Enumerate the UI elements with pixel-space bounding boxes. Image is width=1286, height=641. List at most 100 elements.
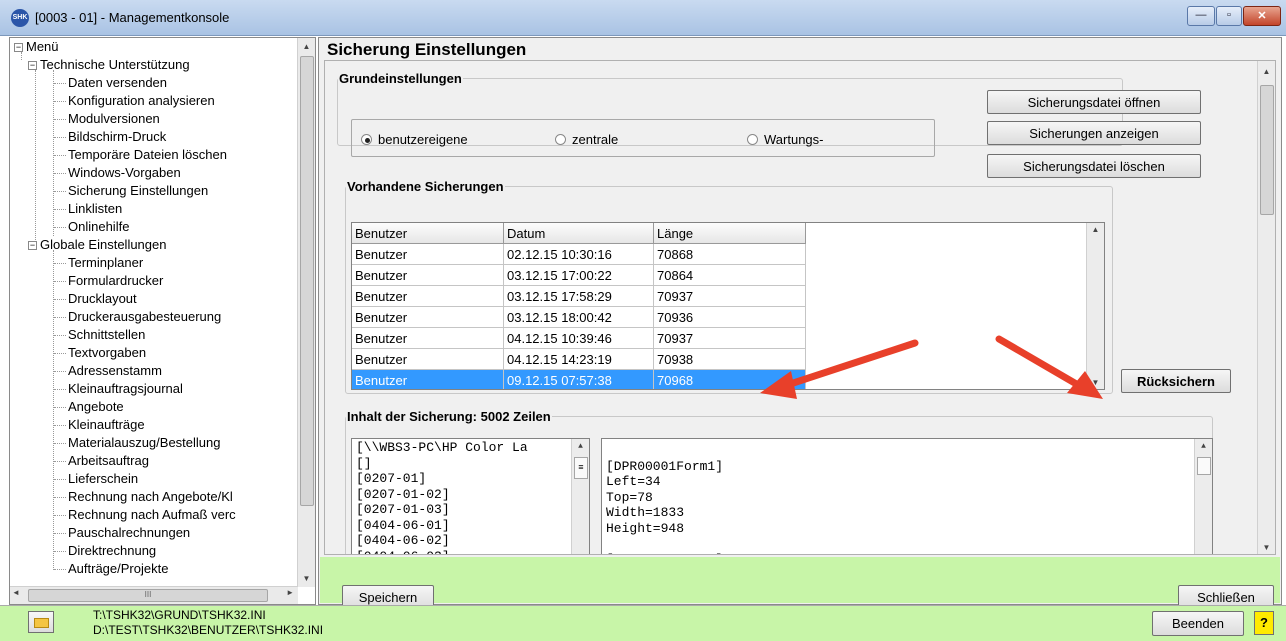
radio-unchecked-icon[interactable] <box>555 134 566 145</box>
tree-item[interactable]: Adressenstamm <box>68 362 162 380</box>
tree-guide-line <box>54 479 66 480</box>
table-cell[interactable]: 02.12.15 10:30:16 <box>504 244 654 265</box>
column-header[interactable]: Benutzer <box>352 223 504 244</box>
tree-vertical-scrollbar[interactable]: ▲ ▼ <box>297 38 315 587</box>
column-header[interactable]: Datum <box>504 223 654 244</box>
tree-horizontal-scrollbar[interactable]: ◄ III ► <box>10 586 298 604</box>
tree-item[interactable]: Textvorgaben <box>68 344 146 362</box>
radio-unchecked-icon[interactable] <box>747 134 758 145</box>
backup-keys-textbox[interactable]: [\\WBS3-PC\HP Color La[] [0207-01] [0207-0… <box>351 438 590 554</box>
table-cell[interactable]: 03.12.15 17:58:29 <box>504 286 654 307</box>
scroll-thumb[interactable] <box>1197 457 1211 475</box>
tree-item[interactable]: Arbeitsauftrag <box>68 452 149 470</box>
radio-zentrale[interactable]: zentrale <box>555 132 618 147</box>
table-cell[interactable]: 03.12.15 18:00:42 <box>504 307 654 328</box>
tree-item[interactable]: Linklisten <box>68 200 122 218</box>
open-folder-button[interactable] <box>28 611 54 633</box>
table-cell[interactable]: Benutzer <box>352 244 504 265</box>
table-cell[interactable]: 04.12.15 14:23:19 <box>504 349 654 370</box>
table-cell[interactable]: Benutzer <box>352 265 504 286</box>
tree-item[interactable]: Temporäre Dateien löschen <box>68 146 227 164</box>
help-button[interactable]: ? <box>1254 611 1274 635</box>
scroll-thumb[interactable]: ≡ <box>574 457 588 479</box>
radio-wartungs[interactable]: Wartungs- <box>747 132 823 147</box>
tree-item[interactable]: Drucklayout <box>68 290 137 308</box>
table-cell[interactable]: Benutzer <box>352 349 504 370</box>
content-scroll-area: Grundeinstellungen benutzereigene zentra… <box>324 60 1276 555</box>
scroll-thumb[interactable] <box>1260 85 1274 215</box>
scroll-up-icon[interactable]: ▲ <box>1195 439 1212 454</box>
minimize-icon: — <box>1195 9 1207 21</box>
tree-item-menu[interactable]: − Menü <box>14 38 59 56</box>
tree-item[interactable]: Lieferschein <box>68 470 138 488</box>
delete-backup-file-button[interactable]: Sicherungsdatei löschen <box>987 154 1201 178</box>
scroll-up-icon[interactable]: ▲ <box>1258 67 1275 76</box>
exit-button[interactable]: Beenden <box>1152 611 1244 636</box>
scroll-up-icon[interactable]: ▲ <box>298 38 315 55</box>
scroll-left-icon[interactable]: ◄ <box>12 588 20 597</box>
tree-item[interactable]: Windows-Vorgaben <box>68 164 181 182</box>
tree-item[interactable]: Onlinehilfe <box>68 218 129 236</box>
tree-item[interactable]: Direktrechnung <box>68 542 156 560</box>
radio-checked-icon[interactable] <box>361 134 372 145</box>
collapse-icon[interactable]: − <box>28 61 37 70</box>
open-backup-file-button[interactable]: Sicherungsdatei öffnen <box>987 90 1201 114</box>
table-cell[interactable]: 03.12.15 17:00:22 <box>504 265 654 286</box>
tree-item[interactable]: Terminplaner <box>68 254 143 272</box>
tree-group-globale-einstellungen[interactable]: − Globale Einstellungen <box>28 236 166 254</box>
content-vertical-scrollbar[interactable]: ▲ ▼ <box>1257 61 1275 554</box>
tree-item[interactable]: Kleinauftragsjournal <box>68 380 183 398</box>
table-cell[interactable]: 70937 <box>654 286 806 307</box>
table-cell[interactable]: Benutzer <box>352 307 504 328</box>
table-row-selected-cell[interactable]: 09.12.15 07:57:38 <box>504 370 654 389</box>
content-vertical-scrollbar[interactable]: ▲ <box>1194 439 1212 554</box>
tree-item[interactable]: Pauschalrechnungen <box>68 524 190 542</box>
tree-item[interactable]: Aufträge/Projekte <box>68 560 168 578</box>
scroll-thumb[interactable] <box>300 56 314 506</box>
tree-item[interactable]: Formulardrucker <box>68 272 163 290</box>
scroll-up-icon[interactable]: ▲ <box>1087 225 1104 234</box>
tree-guide-line <box>54 83 66 84</box>
maximize-icon: ▫ <box>1227 9 1231 21</box>
tree-item[interactable]: Druckerausgabesteuerung <box>68 308 221 326</box>
scroll-down-icon[interactable]: ▼ <box>1258 543 1275 552</box>
table-cell[interactable]: Benutzer <box>352 286 504 307</box>
tree-item[interactable]: Daten versenden <box>68 74 167 92</box>
table-cell[interactable]: 70936 <box>654 307 806 328</box>
tree-guide-line <box>54 443 66 444</box>
scroll-down-icon[interactable]: ▼ <box>298 570 315 587</box>
text-line: [0207-01-03] <box>356 502 450 517</box>
minimize-button[interactable]: — <box>1187 6 1215 26</box>
table-cell[interactable]: 70864 <box>654 265 806 286</box>
collapse-icon[interactable]: − <box>14 43 23 52</box>
maximize-button[interactable]: ▫ <box>1216 6 1242 26</box>
tree-item[interactable]: Modulversionen <box>68 110 160 128</box>
keys-vertical-scrollbar[interactable]: ▲ ≡ <box>571 439 589 554</box>
navigation-tree[interactable]: − Menü − Technische Unterstützung Daten ve… <box>9 37 316 605</box>
scroll-up-icon[interactable]: ▲ <box>572 439 589 454</box>
collapse-icon[interactable]: − <box>28 241 37 250</box>
tree-group-technische-unterstuetzung[interactable]: − Technische Unterstützung <box>28 56 190 74</box>
tree-item[interactable]: Konfiguration analysieren <box>68 92 215 110</box>
tree-item[interactable]: Rechnung nach Angebote/Kl <box>68 488 233 506</box>
column-header[interactable]: Länge <box>654 223 806 244</box>
tree-item[interactable]: Sicherung Einstellungen <box>68 182 208 200</box>
tree-guide-line <box>54 461 66 462</box>
tree-guide-line <box>53 70 54 236</box>
table-cell[interactable]: 70868 <box>654 244 806 265</box>
backup-content-textbox[interactable]: [DPR00001Form1] Left=34 Top=78 Width=1833 He… <box>601 438 1213 554</box>
tree-item[interactable]: Kleinaufträge <box>68 416 145 434</box>
table-cell[interactable]: Benutzer <box>352 328 504 349</box>
show-backups-button[interactable]: Sicherungen anzeigen <box>987 121 1201 145</box>
close-window-button[interactable]: ✕ <box>1243 6 1281 26</box>
scroll-thumb[interactable]: III <box>28 589 268 602</box>
tree-item[interactable]: Angebote <box>68 398 124 416</box>
tree-item[interactable]: Schnittstellen <box>68 326 145 344</box>
table-cell[interactable]: 04.12.15 10:39:46 <box>504 328 654 349</box>
table-row-selected-cell[interactable]: Benutzer <box>352 370 504 389</box>
tree-item[interactable]: Materialauszug/Bestellung <box>68 434 220 452</box>
radio-benutzereigene[interactable]: benutzereigene <box>361 132 468 147</box>
tree-item[interactable]: Rechnung nach Aufmaß verc <box>68 506 236 524</box>
scroll-right-icon[interactable]: ► <box>286 588 294 597</box>
tree-item[interactable]: Bildschirm-Druck <box>68 128 166 146</box>
